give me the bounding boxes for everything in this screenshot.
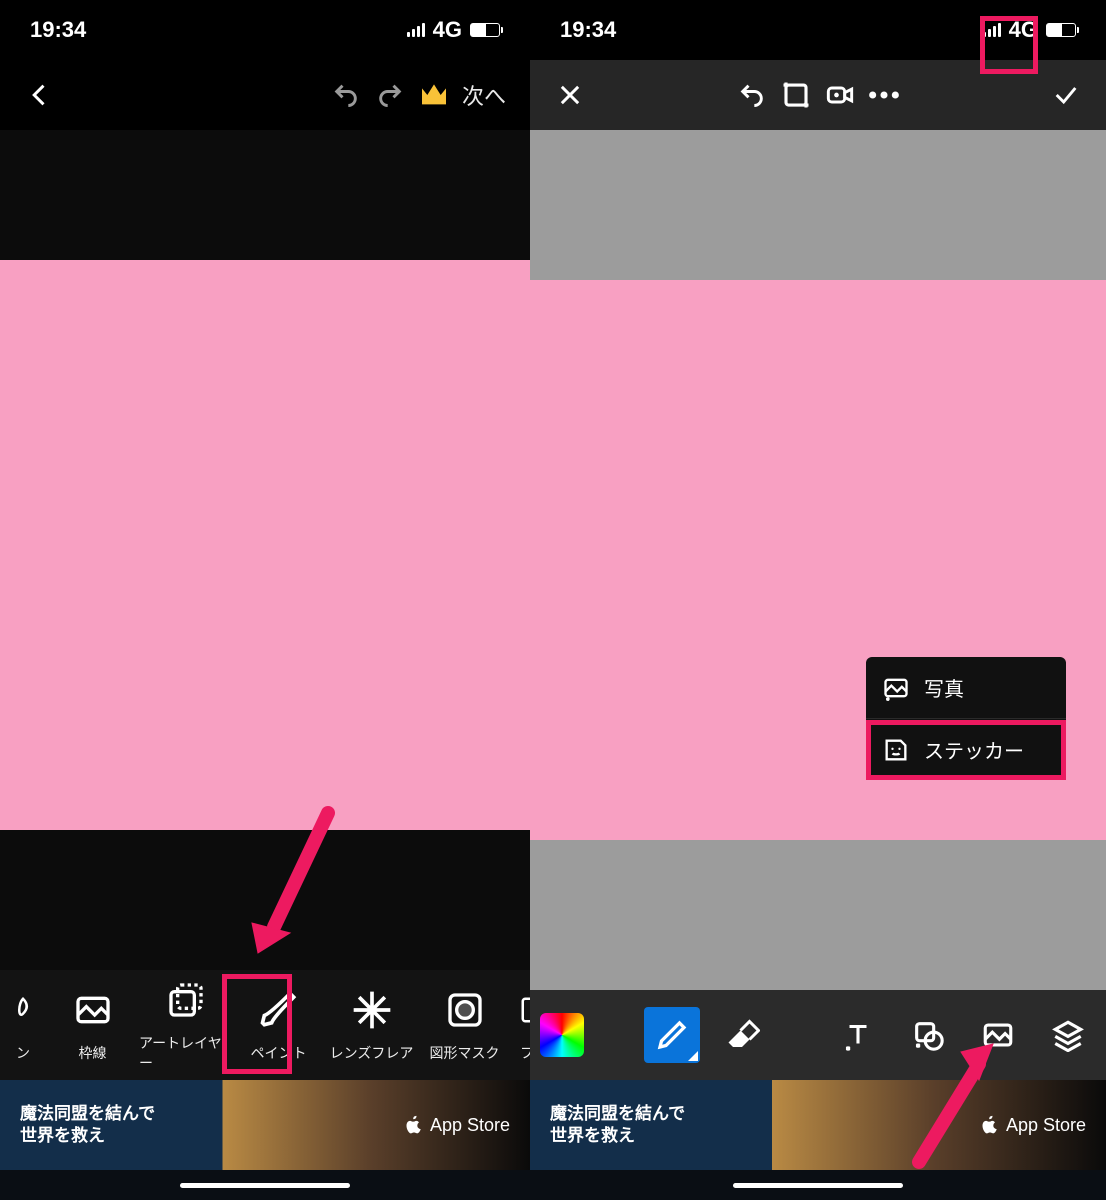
tool-label: ン [16,1043,30,1063]
layers-icon [163,977,209,1023]
sticker-icon [882,736,910,764]
ad-line1: 魔法同盟を結んで [20,1103,155,1125]
ad-text: 魔法同盟を結んで 世界を救え [20,1103,155,1147]
battery-icon [1046,23,1076,37]
ad-text: 魔法同盟を結んで 世界を救え [550,1103,685,1147]
home-indicator[interactable] [530,1170,1106,1200]
ad-line1: 魔法同盟を結んで [550,1103,685,1125]
crop-button[interactable] [774,73,818,117]
undo-button[interactable] [730,73,774,117]
left-screen: 19:34 4G 次へ [0,0,530,1200]
tool-label: フレ [520,1043,530,1063]
tool-label: レンズフレア [330,1043,414,1063]
status-time: 19:34 [560,17,616,43]
tool-item-border[interactable]: 枠線 [46,970,139,1080]
tool-item-lensflare[interactable]: レンズフレア [325,970,418,1080]
ad-banner[interactable]: 魔法同盟を結んで 世界を救え App Store [530,1080,1106,1170]
video-button[interactable] [818,73,862,117]
next-button[interactable]: 次へ [456,73,512,117]
store-label: App Store [430,1115,510,1136]
photo-add-icon [882,674,910,702]
tool-item-partial-right[interactable]: フレ [511,970,530,1080]
add-popup-menu: 写真 ステッカー [866,657,1066,780]
shape-mask-icon [442,987,488,1033]
top-toolbar [530,60,1106,130]
close-button[interactable] [548,73,592,117]
image-icon [70,987,116,1033]
network-label: 4G [433,17,462,43]
premium-crown-icon[interactable] [412,73,456,117]
canvas-padding-bottom [530,840,1106,990]
ad-line2: 世界を救え [20,1125,155,1147]
tool-label: ペイント [251,1043,307,1063]
canvas-padding-top [530,130,1106,280]
text-tool-button[interactable] [830,1007,886,1063]
expand-triangle-icon [688,1051,698,1061]
popup-item-sticker[interactable]: ステッカー [866,719,1066,780]
home-indicator[interactable] [0,1170,530,1200]
signal-icon [983,23,1001,37]
ad-line2: 世界を救え [550,1125,685,1147]
bottom-tool-scroll[interactable]: ン 枠線 アートレイヤー ペイント レンズフレア [0,970,530,1080]
status-time: 19:34 [30,17,86,43]
store-label: App Store [1006,1115,1086,1136]
canvas-padding-top [0,130,530,260]
battery-icon [470,23,500,37]
status-bar: 19:34 4G [0,0,530,60]
popup-item-photo[interactable]: 写真 [866,657,1066,719]
brush-tool-button[interactable] [644,1007,700,1063]
add-image-button[interactable] [970,1007,1026,1063]
app-store-badge[interactable]: App Store [404,1114,510,1136]
signal-icon [407,23,425,37]
tool-label: アートレイヤー [139,1033,232,1073]
apple-icon [980,1114,1000,1136]
top-toolbar: 次へ [0,60,530,130]
redo-button[interactable] [368,73,412,117]
layers-button[interactable] [1040,1007,1096,1063]
apple-icon [404,1114,424,1136]
back-button[interactable] [18,73,62,117]
photo-layer[interactable] [0,260,530,830]
tool-label: 図形マスク [430,1043,500,1063]
eraser-tool-button[interactable] [714,1007,770,1063]
brush-icon [256,987,302,1033]
status-indicators: 4G [983,17,1076,43]
status-indicators: 4G [407,17,500,43]
undo-button[interactable] [324,73,368,117]
ad-banner[interactable]: 魔法同盟を結んで 世界を救え App Store [0,1080,530,1170]
canvas-area[interactable]: 写真 ステッカー [530,130,1106,990]
sparkle-icon [349,987,395,1033]
popup-label: ステッカー [924,735,1024,764]
tool-icon [0,987,46,1033]
tool-item-artlayer[interactable]: アートレイヤー [139,970,232,1080]
tool-item-paint[interactable]: ペイント [232,970,325,1080]
canvas-padding-bottom [0,830,530,970]
confirm-button[interactable] [1044,73,1088,117]
network-label: 4G [1009,17,1038,43]
status-bar: 19:34 4G [530,0,1106,60]
tool-label: 枠線 [79,1043,107,1063]
color-picker-button[interactable] [540,1013,584,1057]
canvas-area[interactable] [0,130,530,970]
tool-item-shapemask[interactable]: 図形マスク [418,970,511,1080]
paint-toolbar [530,990,1106,1080]
popup-label: 写真 [924,673,964,702]
app-store-badge[interactable]: App Store [980,1114,1086,1136]
right-screen: 19:34 4G [530,0,1106,1200]
frame-icon [511,987,530,1033]
tool-item-partial-left[interactable]: ン [0,970,46,1080]
more-button[interactable] [862,73,906,117]
shape-tool-button[interactable] [900,1007,956,1063]
